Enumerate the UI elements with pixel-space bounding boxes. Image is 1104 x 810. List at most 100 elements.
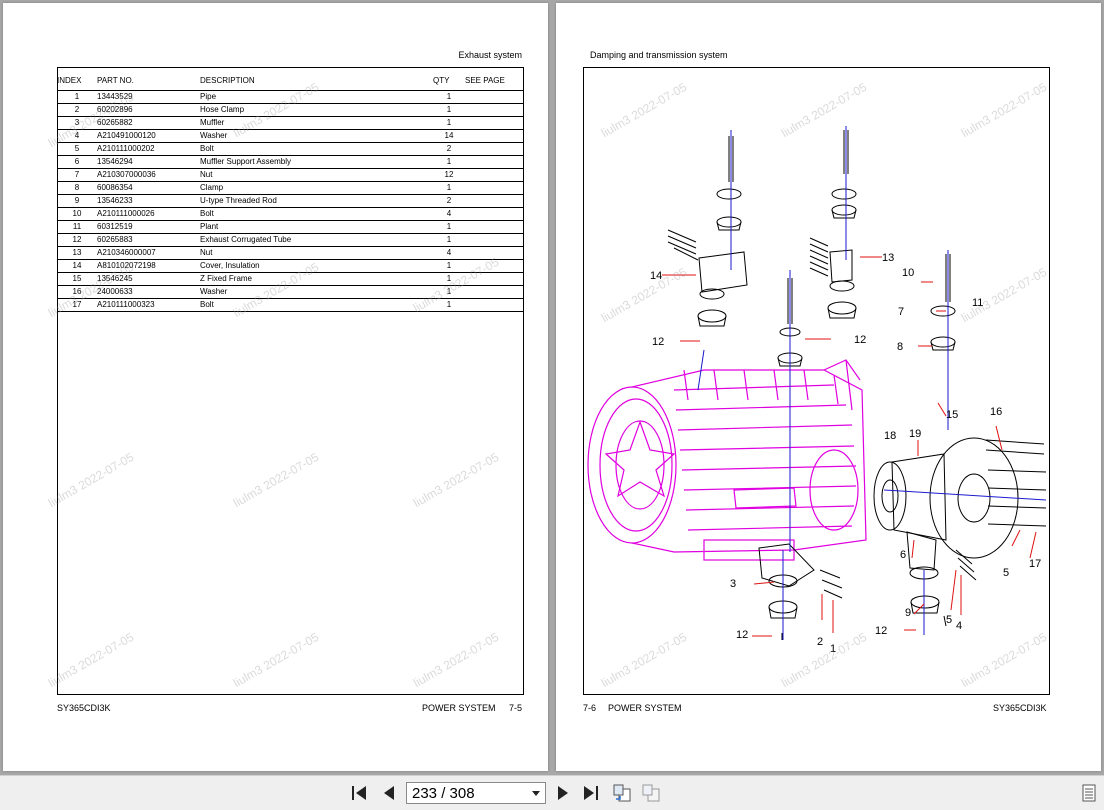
row-description-cell: Muffler xyxy=(200,116,433,130)
row-description-cell: Z Fixed Frame xyxy=(200,272,433,286)
row-qty-cell: 1 xyxy=(433,233,465,247)
row-index-cell: 7 xyxy=(57,168,97,182)
sidebar-toggle-icon[interactable] xyxy=(1078,782,1100,804)
callout-12: 12 xyxy=(875,625,887,637)
right-footer-model: SY365CDI3K xyxy=(993,703,1047,713)
row-part-no-cell: A210346000007 xyxy=(97,246,200,260)
row-description-cell: U-type Threaded Rod xyxy=(200,194,433,208)
row-qty-cell: 1 xyxy=(433,298,465,312)
callout-12: 12 xyxy=(736,629,748,641)
table-row: 3 60265882 Muffler 1 xyxy=(57,116,523,130)
row-qty-cell: 2 xyxy=(433,194,465,208)
row-description-cell: Washer xyxy=(200,285,433,299)
page-indicator-text: 233 / 308 xyxy=(412,784,475,802)
row-index-cell: 9 xyxy=(57,194,97,208)
table-row: 15 13546245 Z Fixed Frame 1 xyxy=(57,272,523,286)
row-see-page-cell xyxy=(465,285,523,299)
row-part-no-cell: 60086354 xyxy=(97,181,200,195)
row-see-page-cell xyxy=(465,246,523,260)
callout-5: 5 xyxy=(946,614,952,626)
callout-5: 5 xyxy=(1003,567,1009,579)
row-qty-cell: 1 xyxy=(433,259,465,273)
row-qty-cell: 1 xyxy=(433,103,465,117)
viewer-toolbar: 233 / 308 xyxy=(0,775,1104,810)
first-page-icon[interactable] xyxy=(348,782,370,804)
callout-6: 6 xyxy=(900,549,906,561)
row-see-page-cell xyxy=(465,168,523,182)
table-row: 16 24000633 Washer 1 xyxy=(57,285,523,299)
table-row: 9 13546233 U-type Threaded Rod 2 xyxy=(57,194,523,208)
row-index-cell: 2 xyxy=(57,103,97,117)
row-qty-cell: 2 xyxy=(433,142,465,156)
next-page-icon[interactable] xyxy=(552,782,574,804)
row-description-cell: Hose Clamp xyxy=(200,103,433,117)
right-page-header: Damping and transmission system xyxy=(590,50,728,60)
row-see-page-cell xyxy=(465,233,523,247)
row-see-page-cell xyxy=(465,272,523,286)
page-number-select[interactable]: 233 / 308 xyxy=(406,782,546,804)
row-see-page-cell xyxy=(465,259,523,273)
row-index-cell: 12 xyxy=(57,233,97,247)
table-row: 2 60202896 Hose Clamp 1 xyxy=(57,103,523,117)
col-qty-header: QTY xyxy=(433,70,465,91)
row-qty-cell: 1 xyxy=(433,272,465,286)
callout-2: 2 xyxy=(817,636,823,648)
right-footer-section: POWER SYSTEM xyxy=(608,703,682,713)
row-qty-cell: 14 xyxy=(433,129,465,143)
table-row: 8 60086354 Clamp 1 xyxy=(57,181,523,195)
row-qty-cell: 4 xyxy=(433,207,465,221)
row-index-cell: 17 xyxy=(57,298,97,312)
row-see-page-cell xyxy=(465,194,523,208)
row-see-page-cell xyxy=(465,129,523,143)
row-index-cell: 1 xyxy=(57,90,97,104)
row-see-page-cell xyxy=(465,142,523,156)
prev-page-icon[interactable] xyxy=(378,782,400,804)
col-index-header: INDEX xyxy=(57,70,97,91)
callout-12: 12 xyxy=(652,336,664,348)
row-part-no-cell: A810102072198 xyxy=(97,259,200,273)
callout-14: 14 xyxy=(650,270,662,282)
row-part-no-cell: 60202896 xyxy=(97,103,200,117)
table-row: 1 13443529 Pipe 1 xyxy=(57,90,523,104)
row-see-page-cell xyxy=(465,116,523,130)
callout-18: 18 xyxy=(884,430,896,442)
row-index-cell: 15 xyxy=(57,272,97,286)
row-part-no-cell: A210307000036 xyxy=(97,168,200,182)
callout-11: 11 xyxy=(972,297,983,309)
left-footer-model: SY365CDI3K xyxy=(57,703,111,713)
last-page-icon[interactable] xyxy=(580,782,602,804)
row-index-cell: 10 xyxy=(57,207,97,221)
row-qty-cell: 1 xyxy=(433,116,465,130)
row-part-no-cell: 13546233 xyxy=(97,194,200,208)
row-index-cell: 8 xyxy=(57,181,97,195)
row-see-page-cell xyxy=(465,207,523,221)
row-see-page-cell xyxy=(465,298,523,312)
row-part-no-cell: 24000633 xyxy=(97,285,200,299)
left-footer-page-number: 7-5 xyxy=(509,703,523,713)
table-row: 17 A210111000323 Bolt 1 xyxy=(57,298,523,312)
row-qty-cell: 1 xyxy=(433,90,465,104)
rotate-view-icon[interactable] xyxy=(611,782,633,804)
parts-table-header-row: INDEX PART NO. DESCRIPTION QTY SEE PAGE xyxy=(57,70,523,91)
row-part-no-cell: 13443529 xyxy=(97,90,200,104)
row-description-cell: Pipe xyxy=(200,90,433,104)
right-document-page: Damping and transmission system 14 12 12… xyxy=(556,3,1101,771)
callout-19: 19 xyxy=(909,428,921,440)
row-qty-cell: 1 xyxy=(433,155,465,169)
row-index-cell: 4 xyxy=(57,129,97,143)
row-description-cell: Plant xyxy=(200,220,433,234)
row-qty-cell: 1 xyxy=(433,285,465,299)
row-see-page-cell xyxy=(465,220,523,234)
row-index-cell: 3 xyxy=(57,116,97,130)
callout-16: 16 xyxy=(990,406,1002,418)
row-description-cell: Bolt xyxy=(200,207,433,221)
row-index-cell: 11 xyxy=(57,220,97,234)
row-description-cell: Cover, Insulation xyxy=(200,259,433,273)
engine-drawing xyxy=(587,359,867,561)
row-description-cell: Bolt xyxy=(200,142,433,156)
row-part-no-cell: A210111000026 xyxy=(97,207,200,221)
row-qty-cell: 1 xyxy=(433,181,465,195)
row-qty-cell: 4 xyxy=(433,246,465,260)
thumbnail-view-icon[interactable] xyxy=(640,782,662,804)
callout-7: 7 xyxy=(898,306,904,318)
